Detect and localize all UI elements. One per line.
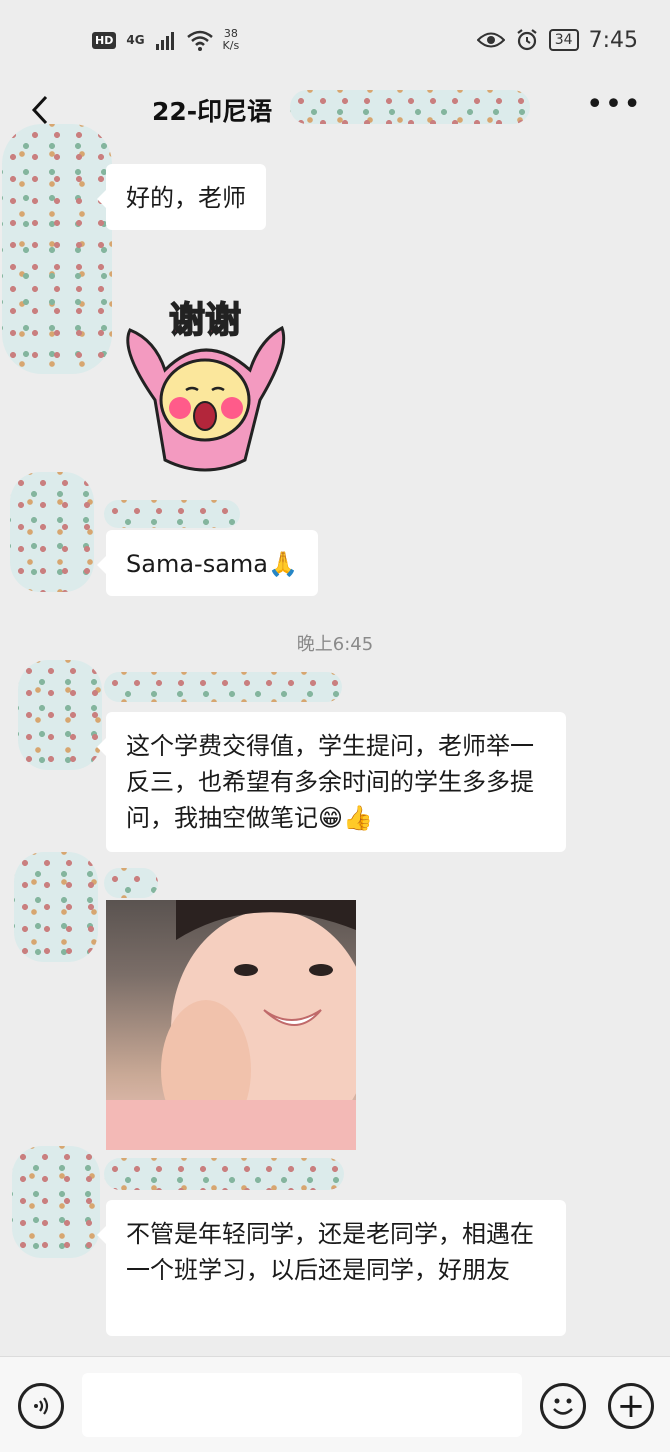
chat-header: 22-印尼语 ••• xyxy=(0,80,670,140)
redacted-avatar xyxy=(14,852,98,962)
emoji-button[interactable] xyxy=(540,1383,586,1429)
message-text: Sama-sama xyxy=(126,550,268,578)
input-bar: + xyxy=(0,1356,670,1452)
redacted-avatar xyxy=(12,1146,100,1258)
voice-icon xyxy=(34,1397,49,1415)
chevron-left-icon xyxy=(31,95,48,125)
photo-message[interactable] xyxy=(106,900,356,1150)
message-input[interactable] xyxy=(82,1373,522,1437)
message-text: 不管是年轻同学，还是老同学，相遇在一个班学习，以后还是同学，好朋友 xyxy=(126,1220,534,1284)
chat-title[interactable]: 22-印尼语 xyxy=(152,92,272,128)
chat-area: 好的，老师 谢谢 Sama-sama🙏 晚上6:45 这个学费交得值，学生提问，… xyxy=(0,124,670,1356)
message-bubble[interactable]: 这个学费交得值，学生提问，老师举一反三，也希望有多余时间的学生多多提问，我抽空做… xyxy=(97,712,566,852)
smiley-icon xyxy=(553,1398,573,1415)
redacted-avatar xyxy=(2,124,112,374)
voice-input-button[interactable] xyxy=(18,1383,64,1429)
message-text: 好的，老师 xyxy=(126,184,246,212)
message-bubble[interactable]: 好的，老师 xyxy=(97,164,266,230)
network-speed: 38 K/s xyxy=(223,28,240,52)
clock: 7:45 xyxy=(588,27,638,53)
redacted-avatar xyxy=(10,472,94,592)
more-functions-button[interactable]: + xyxy=(608,1383,654,1429)
more-options-button[interactable]: ••• xyxy=(586,90,642,120)
network-label: 4G xyxy=(126,33,145,47)
status-right: 34 7:45 xyxy=(476,27,638,53)
status-bar: HD 4G 38 K/s 34 7:45 xyxy=(0,0,670,80)
alarm-icon xyxy=(517,29,537,51)
status-left: HD 4G 38 K/s xyxy=(92,28,239,52)
eye-icon xyxy=(476,32,505,48)
redacted-name xyxy=(104,672,342,702)
message-bubble[interactable]: Sama-sama🙏 xyxy=(97,530,318,596)
message-bubble[interactable]: 不管是年轻同学，还是老同学，相遇在一个班学习，以后还是同学，好朋友 xyxy=(97,1200,566,1336)
wifi-icon xyxy=(186,30,213,51)
thanks-sticker[interactable]: 谢谢 xyxy=(110,290,300,480)
child-photo xyxy=(106,900,356,1150)
sticker-image: 谢谢 xyxy=(126,299,286,472)
signal-icon xyxy=(155,32,174,50)
sticker-caption: 谢谢 xyxy=(169,300,241,341)
speed-unit: K/s xyxy=(222,39,240,52)
hd-badge: HD xyxy=(92,31,117,49)
folded-hands-emoji: 🙏 xyxy=(267,550,298,578)
plus-icon: + xyxy=(616,1386,646,1426)
grin-thumbs-up-emoji: 😁👍 xyxy=(318,804,373,832)
redacted-title-part xyxy=(290,90,530,124)
redacted-name xyxy=(104,868,158,898)
timestamp: 晚上6:45 xyxy=(296,634,374,655)
battery-indicator: 34 xyxy=(548,29,579,51)
redacted-name xyxy=(104,500,240,528)
redacted-avatar xyxy=(18,660,102,770)
redacted-name xyxy=(104,1158,344,1190)
